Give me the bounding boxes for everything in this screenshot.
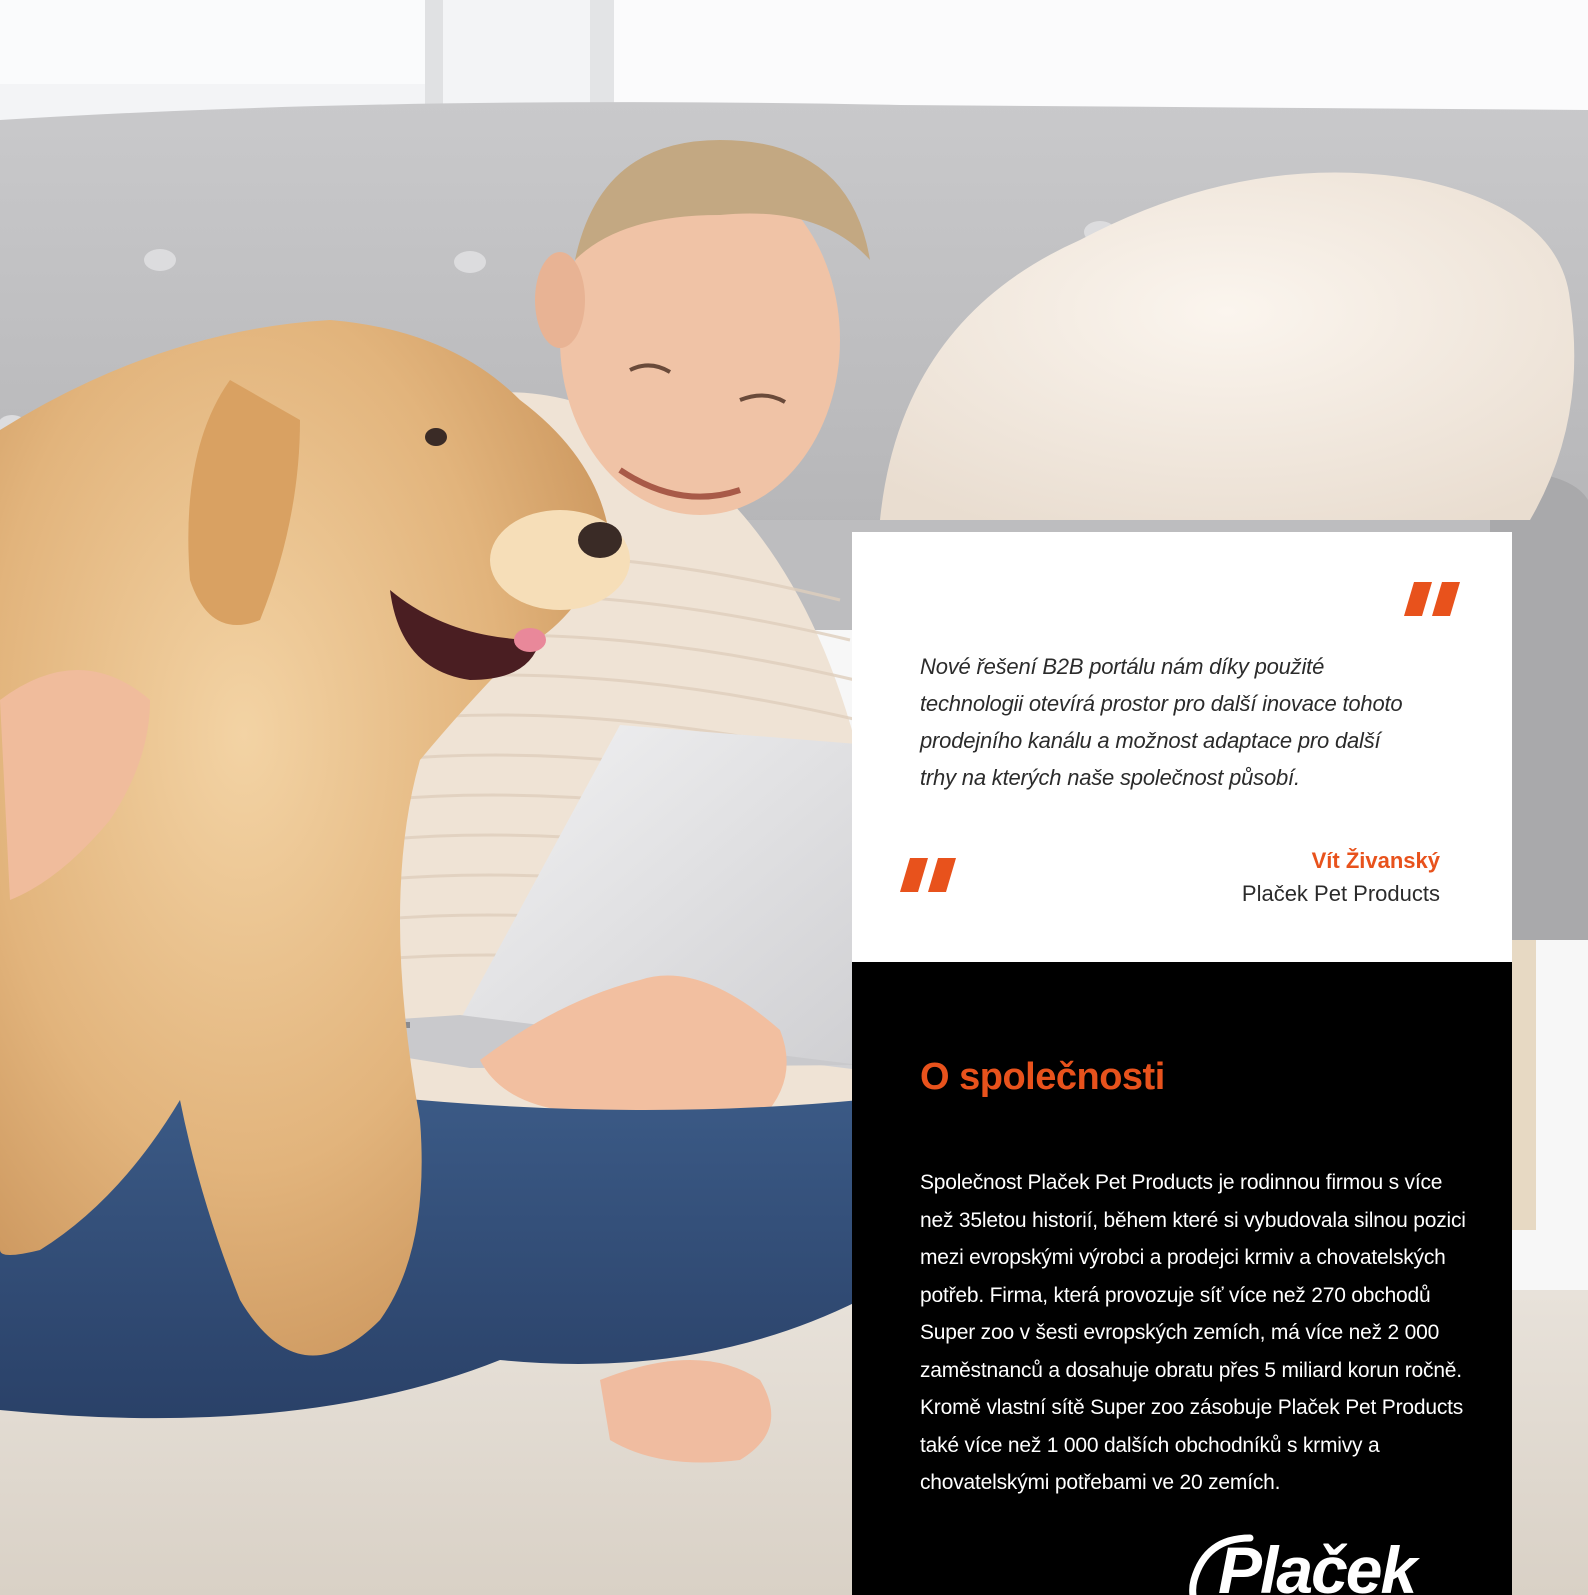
about-company-card: O společnosti Společnost Plaček Pet Prod… — [852, 962, 1512, 1595]
testimonial-author: Vít Živanský Plaček Pet Products — [1242, 845, 1440, 911]
author-company: Plaček Pet Products — [1241, 881, 1440, 906]
double-quote-icon — [900, 858, 956, 892]
placek-logo: Plaček — [1180, 1532, 1480, 1595]
testimonial-text: Nové řešení B2B portálu nám díky použité… — [920, 654, 1403, 790]
logo-wordmark: Plaček — [1218, 1533, 1417, 1595]
double-quote-icon — [1404, 582, 1460, 616]
about-title: O společnosti — [920, 1056, 1165, 1098]
page: Nové řešení B2B portálu nám díky použité… — [0, 0, 1588, 1595]
author-name: Vít Živanský — [1311, 848, 1440, 873]
testimonial-card: Nové řešení B2B portálu nám díky použité… — [852, 532, 1512, 962]
about-text: Společnost Plaček Pet Products je rodinn… — [920, 1171, 1466, 1494]
